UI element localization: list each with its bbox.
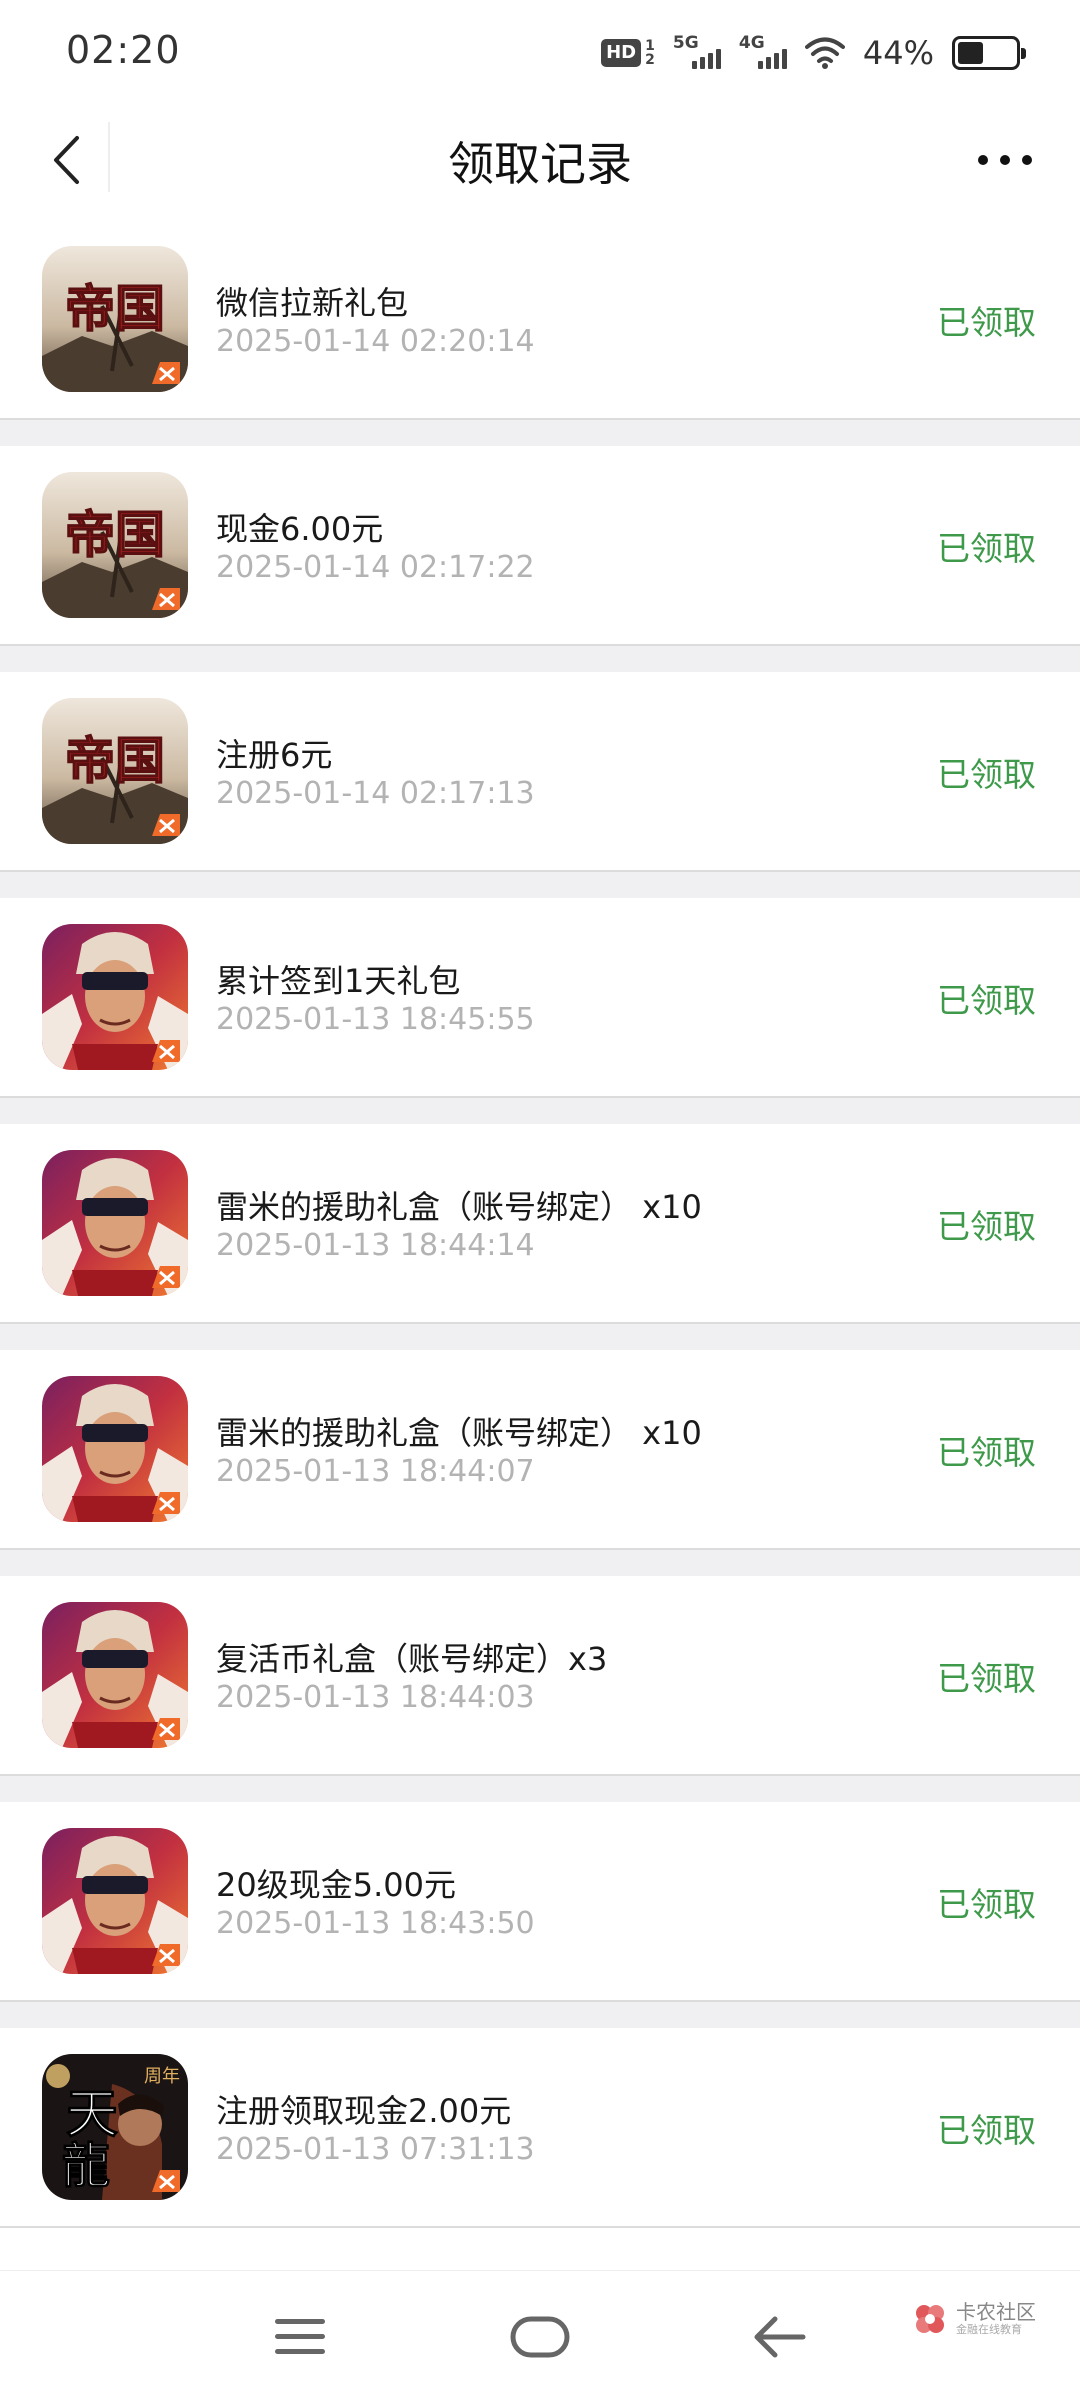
record-title: 雷米的援助礼盒（账号绑定） x10 bbox=[216, 1188, 702, 1226]
system-nav-bar: 卡农社区 金融在线教育 bbox=[0, 2270, 1080, 2400]
game-icon-empire: 帝国 bbox=[42, 246, 188, 392]
signal-4g-icon: 4G bbox=[739, 33, 787, 71]
record-title: 微信拉新礼包 bbox=[216, 284, 409, 322]
hd-bottom: 2 bbox=[645, 52, 655, 68]
record-item[interactable]: 复活币礼盒（账号绑定）x3 2025-01-13 18:44:03 已领取 bbox=[0, 1576, 1080, 1776]
record-separator bbox=[0, 646, 1080, 672]
nav-home-button[interactable] bbox=[495, 2305, 585, 2369]
record-time: 2025-01-13 18:44:03 bbox=[216, 1680, 535, 1715]
record-status: 已领取 bbox=[937, 1207, 1036, 1246]
app-icon bbox=[42, 1602, 188, 1748]
record-item[interactable]: 天龍 周年注册领取现金2.00元 2025-01-13 07:31:13 已领取 bbox=[0, 2028, 1080, 2228]
status-icons: HD 1 2 5G 4G 44% bbox=[601, 30, 1026, 76]
record-separator bbox=[0, 2002, 1080, 2028]
home-icon bbox=[510, 2316, 570, 2358]
svg-text:帝国: 帝国 bbox=[65, 506, 165, 564]
record-item[interactable]: 雷米的援助礼盒（账号绑定） x10 2025-01-13 18:44:14 已领取 bbox=[0, 1124, 1080, 1324]
game-icon-hero bbox=[42, 1828, 188, 1974]
game-icon-empire: 帝国 bbox=[42, 472, 188, 618]
wifi-icon bbox=[804, 37, 845, 69]
more-dot-icon bbox=[1022, 155, 1032, 165]
game-icon-hero bbox=[42, 1602, 188, 1748]
record-title: 注册领取现金2.00元 bbox=[216, 2092, 512, 2130]
record-time: 2025-01-14 02:17:22 bbox=[216, 550, 535, 585]
more-dot-icon bbox=[978, 155, 988, 165]
more-dot-icon bbox=[1000, 155, 1010, 165]
nav-back-button[interactable] bbox=[735, 2305, 825, 2369]
watermark: 卡农社区 金融在线教育 bbox=[912, 2301, 1036, 2337]
game-icon-hero bbox=[42, 1376, 188, 1522]
record-separator bbox=[0, 420, 1080, 446]
record-title: 20级现金5.00元 bbox=[216, 1866, 456, 1904]
svg-text:帝国: 帝国 bbox=[65, 732, 165, 790]
app-icon: 帝国 bbox=[42, 246, 188, 392]
svg-text:周年: 周年 bbox=[144, 2066, 180, 2087]
record-time: 2025-01-13 18:44:14 bbox=[216, 1228, 535, 1263]
record-status: 已领取 bbox=[937, 1885, 1036, 1924]
record-separator bbox=[0, 1776, 1080, 1802]
hd-label: HD bbox=[601, 39, 642, 67]
record-status: 已领取 bbox=[937, 755, 1036, 794]
more-options-button[interactable] bbox=[960, 130, 1050, 190]
game-icon-hero bbox=[42, 924, 188, 1070]
record-time: 2025-01-13 18:43:50 bbox=[216, 1906, 535, 1941]
app-icon: 天龍 周年 bbox=[42, 2054, 188, 2200]
app-icon bbox=[42, 1828, 188, 1974]
record-status: 已领取 bbox=[937, 2111, 1036, 2150]
hd-voice-icon: HD 1 2 bbox=[601, 39, 655, 67]
game-icon-hero bbox=[42, 1150, 188, 1296]
app-header: 领取记录 bbox=[0, 100, 1080, 220]
game-icon-tianlong: 天龍 周年 bbox=[42, 2054, 188, 2200]
record-item[interactable]: 帝国 注册6元 2025-01-14 02:17:13 已领取 bbox=[0, 672, 1080, 872]
hd-top: 1 bbox=[645, 38, 655, 54]
record-title: 复活币礼盒（账号绑定）x3 bbox=[216, 1640, 608, 1678]
app-icon: 帝国 bbox=[42, 472, 188, 618]
game-icon-empire: 帝国 bbox=[42, 698, 188, 844]
record-separator bbox=[0, 1098, 1080, 1124]
record-status: 已领取 bbox=[937, 529, 1036, 568]
status-time: 02:20 bbox=[66, 28, 181, 72]
record-separator bbox=[0, 1324, 1080, 1350]
record-time: 2025-01-13 18:44:07 bbox=[216, 1454, 535, 1489]
record-status: 已领取 bbox=[937, 981, 1036, 1020]
record-title: 雷米的援助礼盒（账号绑定） x10 bbox=[216, 1414, 702, 1452]
record-item[interactable]: 20级现金5.00元 2025-01-13 18:43:50 已领取 bbox=[0, 1802, 1080, 2002]
nav-menu-button[interactable] bbox=[255, 2305, 345, 2369]
status-bar: 02:20 HD 1 2 5G 4G 44% bbox=[0, 0, 1080, 100]
record-status: 已领取 bbox=[937, 1433, 1036, 1472]
app-icon bbox=[42, 1376, 188, 1522]
app-icon bbox=[42, 1150, 188, 1296]
app-icon bbox=[42, 924, 188, 1070]
record-separator bbox=[0, 872, 1080, 898]
record-item[interactable]: 雷米的援助礼盒（账号绑定） x10 2025-01-13 18:44:07 已领取 bbox=[0, 1350, 1080, 1550]
record-title: 现金6.00元 bbox=[216, 510, 384, 548]
app-icon: 帝国 bbox=[42, 698, 188, 844]
record-status: 已领取 bbox=[937, 303, 1036, 342]
signal-5g-icon: 5G bbox=[673, 33, 721, 71]
record-list: 帝国 微信拉新礼包 2025-01-14 02:20:14 已领取 帝国 现金6.00元 2… bbox=[0, 220, 1080, 2228]
svg-text:天: 天 bbox=[66, 2084, 118, 2145]
menu-icon bbox=[275, 2319, 325, 2354]
record-time: 2025-01-13 07:31:13 bbox=[216, 2132, 535, 2167]
record-status: 已领取 bbox=[937, 1659, 1036, 1698]
watermark-logo-icon bbox=[916, 2305, 944, 2333]
svg-text:帝国: 帝国 bbox=[65, 280, 165, 338]
record-time: 2025-01-13 18:45:55 bbox=[216, 1002, 535, 1037]
page-title: 领取记录 bbox=[448, 137, 632, 191]
record-title: 累计签到1天礼包 bbox=[216, 962, 461, 1000]
record-separator bbox=[0, 1550, 1080, 1576]
record-time: 2025-01-14 02:20:14 bbox=[216, 324, 535, 359]
watermark-main-text: 卡农社区 bbox=[956, 2300, 1036, 2324]
battery-percent: 44% bbox=[862, 34, 934, 72]
watermark-sub-text: 金融在线教育 bbox=[956, 2323, 1022, 2336]
record-item[interactable]: 帝国 微信拉新礼包 2025-01-14 02:20:14 已领取 bbox=[0, 220, 1080, 420]
record-item[interactable]: 累计签到1天礼包 2025-01-13 18:45:55 已领取 bbox=[0, 898, 1080, 1098]
svg-text:龍: 龍 bbox=[62, 2138, 110, 2194]
back-arrow-icon bbox=[754, 2316, 806, 2358]
record-item[interactable]: 帝国 现金6.00元 2025-01-14 02:17:22 已领取 bbox=[0, 446, 1080, 646]
record-title: 注册6元 bbox=[216, 736, 333, 774]
record-time: 2025-01-14 02:17:13 bbox=[216, 776, 535, 811]
battery-icon bbox=[952, 36, 1026, 70]
